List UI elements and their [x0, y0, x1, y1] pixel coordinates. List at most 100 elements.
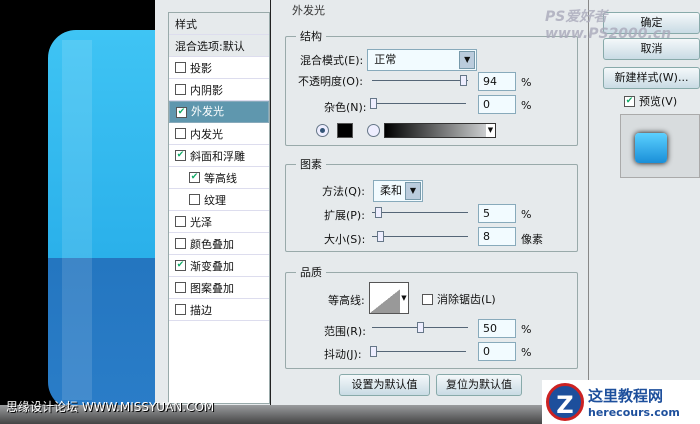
style-item-label: 渐变叠加 — [190, 259, 234, 273]
reset-default-button[interactable]: 复位为默认值 — [436, 374, 522, 396]
jitter-slider[interactable] — [370, 346, 466, 357]
range-input[interactable]: 50 — [478, 319, 516, 338]
gradient-radio[interactable] — [367, 124, 380, 137]
noise-input[interactable]: 0 — [478, 95, 516, 114]
spread-slider[interactable] — [372, 207, 468, 218]
style-item[interactable]: ✔ 外发光 — [169, 101, 269, 123]
logo-icon: Z — [546, 383, 584, 421]
group-legend: 结构 — [300, 30, 322, 43]
noise-slider[interactable] — [370, 98, 466, 109]
spread-unit: % — [521, 208, 532, 221]
style-item-label: 斜面和浮雕 — [190, 149, 245, 163]
styles-list: 样式 混合选项:默认 投影 内阴影 ✔ 外发光 内发光 ✔ 斜面和浮雕 ✔ 等高线 纹理 光泽 颜色叠加 ✔… — [168, 12, 270, 404]
style-item[interactable]: 样式 — [169, 13, 269, 35]
noise-label: 杂色(N): — [324, 101, 367, 114]
jitter-label: 抖动(J): — [324, 348, 362, 361]
style-item[interactable]: 内发光 — [169, 123, 269, 145]
opacity-unit: % — [521, 76, 532, 89]
noise-unit: % — [521, 99, 532, 112]
checkbox[interactable] — [175, 84, 186, 95]
opacity-label: 不透明度(O): — [298, 75, 363, 88]
spread-label: 扩展(P): — [324, 209, 365, 222]
style-item-label: 内发光 — [190, 127, 223, 141]
opacity-input[interactable]: 94 — [478, 72, 516, 91]
checkbox[interactable] — [175, 128, 186, 139]
jitter-unit: % — [521, 346, 532, 359]
checkbox[interactable] — [175, 282, 186, 293]
size-unit: 像素 — [521, 233, 543, 246]
chevron-down-icon: ▼ — [404, 182, 421, 200]
antialias-checkbox[interactable] — [422, 293, 433, 305]
method-value: 柔和 — [379, 184, 402, 197]
solid-color-radio[interactable] — [316, 124, 329, 137]
blend-mode-value: 正常 — [374, 53, 397, 66]
style-item-label: 样式 — [175, 17, 197, 31]
checkbox[interactable]: ✔ — [175, 150, 186, 161]
jitter-input[interactable]: 0 — [478, 342, 516, 361]
style-item[interactable]: 内阴影 — [169, 79, 269, 101]
chevron-down-icon: ▼ — [486, 124, 495, 137]
style-item[interactable]: ✔ 等高线 — [169, 167, 269, 189]
contour-label: 等高线: — [328, 294, 365, 307]
method-select[interactable]: 柔和 ▼ — [372, 180, 423, 202]
antialias-label: 消除锯齿(L) — [437, 293, 496, 306]
style-item-label: 颜色叠加 — [190, 237, 234, 251]
checkbox[interactable]: ✔ — [175, 260, 186, 271]
style-item[interactable]: ✔ 斜面和浮雕 — [169, 145, 269, 167]
style-item[interactable]: 混合选项:默认 — [169, 35, 269, 57]
watermark-bottom-right: Z 这里教程网 herecours.com — [542, 380, 700, 424]
style-item-label: 内阴影 — [190, 83, 223, 97]
range-slider[interactable] — [372, 322, 468, 333]
size-label: 大小(S): — [324, 233, 366, 246]
method-label: 方法(Q): — [322, 185, 365, 198]
style-preview-thumbnail — [620, 114, 700, 178]
watermark-bottom-left: 思缘设计论坛 WWW.MISSYUAN.COM — [6, 400, 215, 414]
panel-title: 外发光 — [292, 4, 325, 17]
watermark-url: herecours.com — [588, 406, 680, 419]
style-item[interactable]: 光泽 — [169, 211, 269, 233]
checkbox[interactable] — [175, 238, 186, 249]
new-style-button[interactable]: 新建样式(W)... — [603, 67, 700, 89]
checkbox[interactable] — [189, 194, 200, 205]
watermark-title: 这里教程网 — [588, 387, 664, 405]
style-item-label: 纹理 — [204, 193, 226, 207]
checkbox[interactable] — [175, 216, 186, 227]
style-item-label: 描边 — [190, 303, 212, 317]
preview-checkbox[interactable]: ✔ — [624, 95, 635, 107]
glow-color-swatch[interactable] — [337, 123, 353, 138]
blend-mode-select[interactable]: 正常 ▼ — [367, 49, 478, 71]
style-item-label: 外发光 — [191, 105, 224, 118]
style-item[interactable]: 颜色叠加 — [169, 233, 269, 255]
range-label: 范围(R): — [324, 325, 366, 338]
style-item[interactable]: ✔ 渐变叠加 — [169, 255, 269, 277]
range-unit: % — [521, 323, 532, 336]
spread-input[interactable]: 5 — [478, 204, 516, 223]
preview-label: 预览(V) — [639, 95, 678, 108]
style-item-label: 投影 — [190, 61, 212, 75]
style-item-label: 等高线 — [204, 171, 237, 185]
chevron-down-icon: ▼ — [400, 283, 408, 313]
style-item-label: 图案叠加 — [190, 281, 234, 295]
style-item[interactable]: 图案叠加 — [169, 277, 269, 299]
checkbox[interactable] — [175, 62, 186, 73]
group-legend: 品质 — [300, 266, 322, 279]
checkbox[interactable] — [175, 304, 186, 315]
opacity-slider[interactable] — [372, 75, 468, 86]
style-item[interactable]: 投影 — [169, 57, 269, 79]
style-item[interactable]: 描边 — [169, 299, 269, 321]
style-item-label: 光泽 — [190, 215, 212, 229]
blend-mode-label: 混合模式(E): — [300, 54, 364, 67]
checkbox[interactable]: ✔ — [176, 106, 187, 118]
make-default-button[interactable]: 设置为默认值 — [339, 374, 430, 396]
contour-picker[interactable]: ▼ — [369, 282, 409, 314]
size-slider[interactable] — [372, 231, 468, 242]
chevron-down-icon: ▼ — [459, 51, 476, 69]
canvas-preview — [0, 0, 188, 410]
style-item[interactable]: 纹理 — [169, 189, 269, 211]
gradient-picker[interactable]: ▼ — [384, 123, 496, 138]
size-input[interactable]: 8 — [478, 227, 516, 246]
style-item-label: 混合选项:默认 — [175, 39, 245, 53]
watermark-top: PS爱好者 www.PS2000.cn — [545, 9, 672, 42]
group-legend: 图素 — [300, 158, 322, 171]
checkbox[interactable]: ✔ — [189, 172, 200, 183]
